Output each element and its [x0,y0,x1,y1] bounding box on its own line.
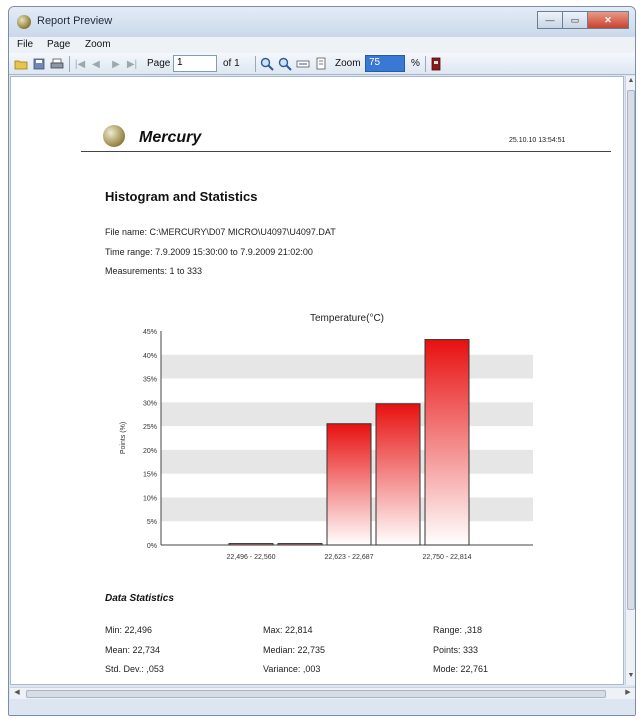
y-tick-label: 30% [143,400,157,407]
maximize-button[interactable]: ▭ [562,11,588,29]
data-statistics-title: Data Statistics [105,593,174,604]
minimize-button[interactable]: — [537,11,563,29]
scroll-up-icon[interactable]: ▲ [626,77,635,89]
stat-std-dev: Std. Dev.: ,053 [105,664,164,674]
print-icon[interactable] [49,56,65,72]
histogram-chart: Temperature(°C) 0% 5% 10% 15% 20% 25% 30% 35% 40%… [120,313,533,561]
zoom-input[interactable]: 75 [365,55,405,72]
x-category-label: 22,623 - 22,687 [324,554,373,561]
y-tick-label: 25% [143,424,157,431]
prev-page-icon[interactable]: ◀ [89,56,103,72]
y-tick-label: 5% [147,519,157,526]
vertical-scrollbar[interactable]: ▲ ▼ [625,76,635,685]
stat-variance: Variance: ,003 [263,664,321,674]
first-page-icon[interactable]: |◀ [73,56,87,72]
window-title: Report Preview [37,15,113,27]
app-icon [17,15,31,29]
open-icon[interactable] [13,56,29,72]
company-logo [103,125,125,147]
page-label: Page [147,58,171,69]
y-tick-label: 45% [143,329,157,336]
stat-median: Median: 22,735 [263,645,326,655]
y-tick-label: 10% [143,495,157,502]
report-page: Mercury 25.10.10 13:54:51 Histogram and … [10,76,624,685]
toolbar-separator [425,56,426,72]
stat-mode: Mode: 22,761 [433,664,489,674]
toolbar-separator [255,56,256,72]
time-range-line: Time range: 7.9.2009 15:30:00 to 7.9.200… [105,247,313,257]
toolbar-separator [69,56,70,72]
menu-zoom[interactable]: Zoom [85,39,111,50]
horizontal-scrollbar[interactable]: ◀ ▶ [10,687,635,699]
zoom-label: Zoom [335,58,361,69]
stat-min: Min: 22,496 [105,625,153,635]
save-icon[interactable] [31,56,47,72]
header-divider [81,151,611,152]
report-timestamp: 25.10.10 13:54:51 [509,137,566,144]
file-name-line: File name: C:\MERCURY\D07 MICRO\U4097\U4… [105,227,336,237]
last-page-icon[interactable]: ▶| [125,56,139,72]
scroll-down-icon[interactable]: ▼ [626,672,635,684]
histogram-bar [424,339,470,546]
close-button[interactable]: ✕ [587,11,629,29]
zoom-in-icon[interactable] [259,56,275,72]
grid-band [161,354,533,379]
histogram-bar [277,543,323,546]
y-tick-label: 0% [147,543,157,550]
y-tick-label: 15% [143,472,157,479]
x-category-label: 22,750 - 22,814 [422,554,471,561]
close-preview-icon[interactable] [429,56,443,72]
menu-bar: File Page Zoom [9,37,635,53]
stat-points: Points: 333 [433,645,479,655]
horizontal-scroll-thumb[interactable] [26,690,606,698]
x-category-label: 22,496 - 22,560 [226,554,275,561]
whole-page-icon[interactable] [313,56,329,72]
chart-title: Temperature(°C) [310,313,384,324]
vertical-scroll-thumb[interactable] [627,90,635,610]
title-bar: Report Preview — ▭ ✕ [9,7,635,37]
page-width-icon[interactable] [295,56,311,72]
stat-mean: Mean: 22,734 [105,645,161,655]
page-number-input[interactable]: 1 [173,55,217,72]
zoom-unit-label: % [411,58,420,69]
next-page-icon[interactable]: ▶ [109,56,123,72]
y-axis-label: Points (%) [120,422,127,454]
page-count-label: of 1 [223,58,240,69]
stat-max: Max: 22,814 [263,625,313,635]
company-name: Mercury [139,129,202,146]
y-tick-label: 40% [143,353,157,360]
histogram-bar [375,403,421,546]
histogram-bar [326,423,372,546]
menu-page[interactable]: Page [47,39,70,50]
status-bar [9,699,635,715]
report-preview-window: Report Preview — ▭ ✕ File Page Zoom |◀ ◀… [8,6,636,716]
menu-file[interactable]: File [17,39,33,50]
window-controls: — ▭ ✕ [537,11,629,29]
toolbar: |◀ ◀ ▶ ▶| Page 1 of 1 Zoom 75 % [9,53,635,75]
histogram-bar [228,543,274,546]
y-tick-label: 35% [143,377,157,384]
measurements-line: Measurements: 1 to 333 [105,266,203,276]
y-tick-label: 20% [143,448,157,455]
stat-range: Range: ,318 [433,625,483,635]
zoom-out-icon[interactable] [277,56,293,72]
report-title: Histogram and Statistics [105,189,258,204]
grid-band [161,402,533,427]
